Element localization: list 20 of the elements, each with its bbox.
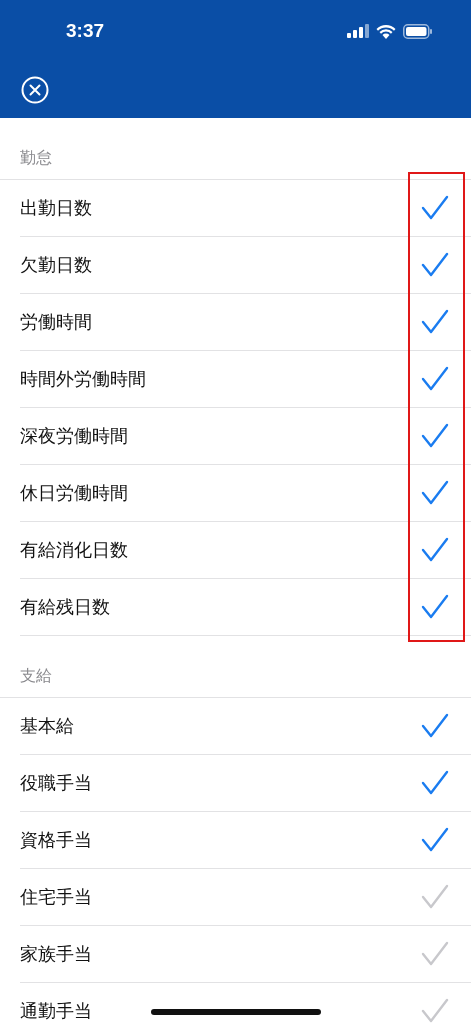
- list-item[interactable]: 休日労働時間: [20, 465, 471, 522]
- list-item[interactable]: 住宅手当: [20, 869, 471, 926]
- list-item[interactable]: 家族手当: [20, 926, 471, 983]
- close-button[interactable]: [21, 76, 49, 104]
- list-item[interactable]: 時間外労働時間: [20, 351, 471, 408]
- section-header: 支給: [20, 666, 52, 685]
- list-item[interactable]: 労働時間: [20, 294, 471, 351]
- list-item[interactable]: 役職手当: [20, 755, 471, 812]
- list-item[interactable]: 有給消化日数: [20, 522, 471, 579]
- list-item[interactable]: 深夜労働時間: [20, 408, 471, 465]
- list-item[interactable]: 出勤日数: [20, 180, 471, 237]
- wifi-icon: [376, 23, 396, 39]
- status-time: 3:37: [66, 20, 105, 42]
- list-item[interactable]: 有給残日数: [20, 579, 471, 636]
- section-header: 勤怠: [20, 148, 52, 167]
- list-item[interactable]: 基本給: [20, 698, 471, 755]
- list-item[interactable]: 資格手当: [20, 812, 471, 869]
- battery-icon: [403, 23, 433, 39]
- signal-icon: [347, 24, 369, 38]
- list-item[interactable]: 欠勤日数: [20, 237, 471, 294]
